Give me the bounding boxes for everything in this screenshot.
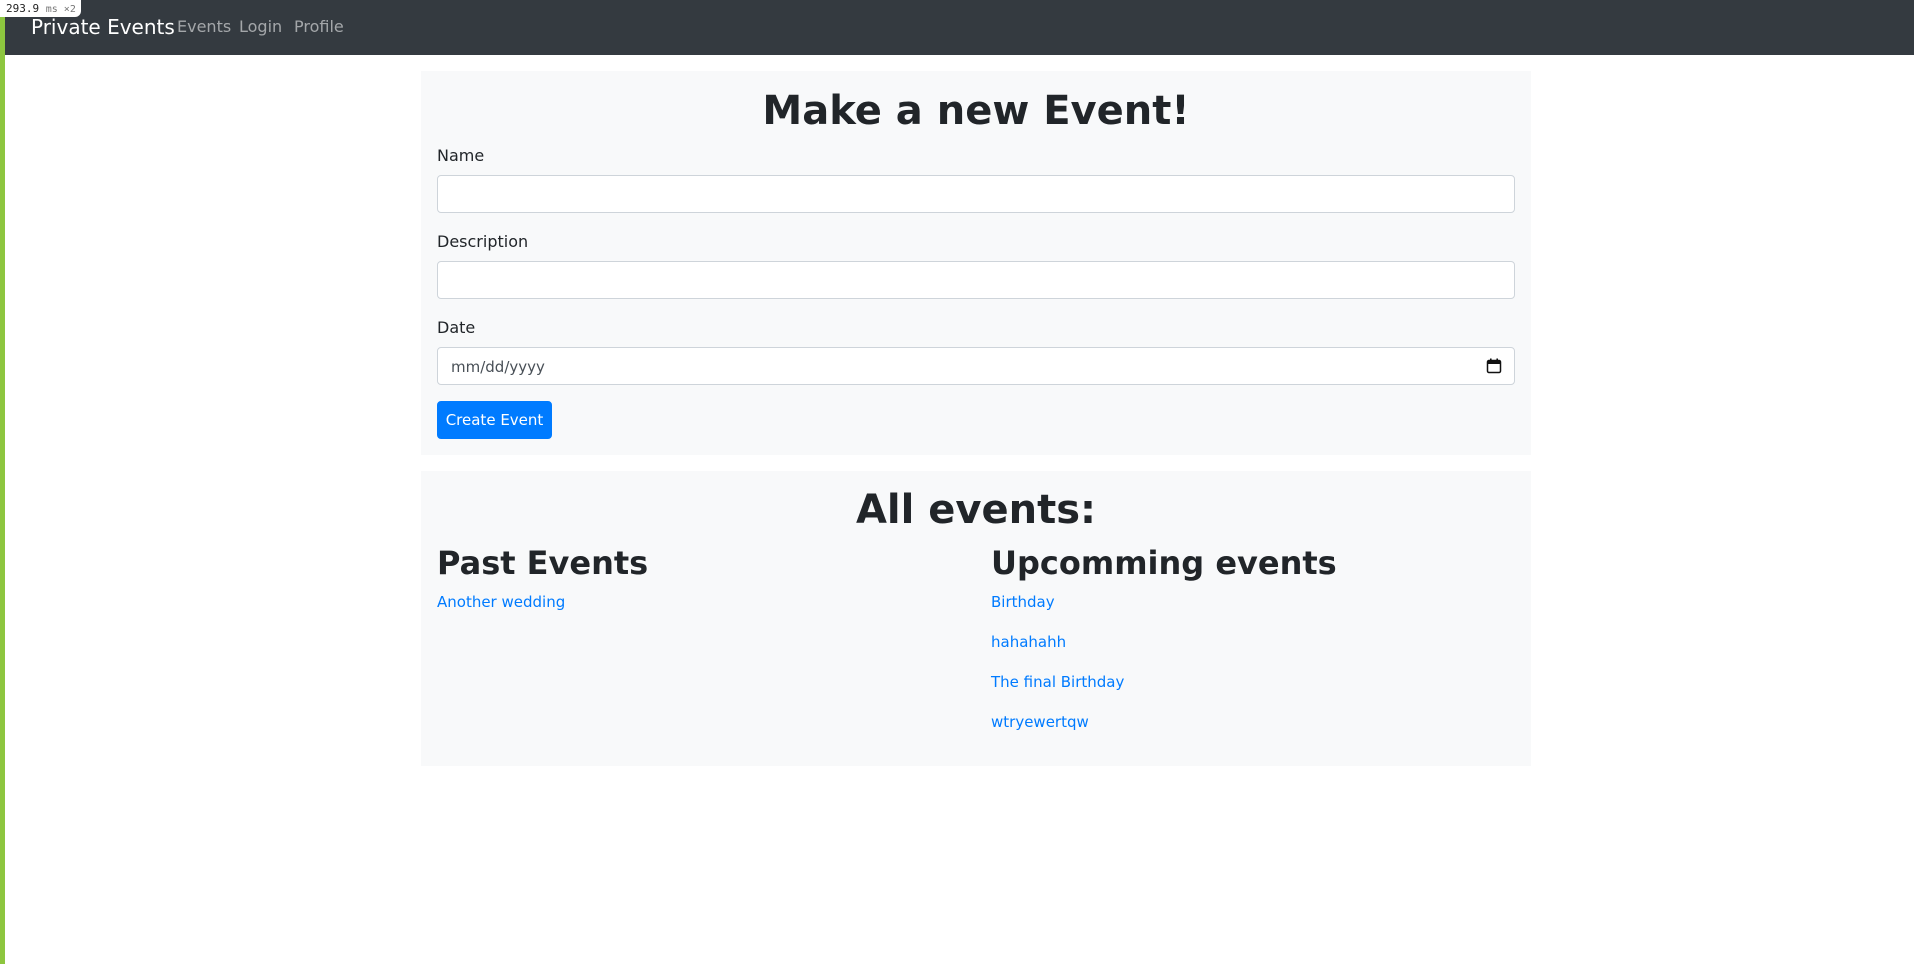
nav-link-events[interactable]: Events xyxy=(177,17,231,37)
upcoming-event-link[interactable]: Birthday xyxy=(991,592,1055,612)
upcoming-events-heading: Upcomming events xyxy=(991,544,1337,582)
new-event-form-card: Make a new Event! Name Description Date … xyxy=(421,71,1531,455)
all-events-title: All events: xyxy=(855,487,1097,533)
upcoming-event-link[interactable]: wtryewertqw xyxy=(991,712,1089,732)
brand-link[interactable]: Private Events xyxy=(31,14,175,40)
date-input[interactable]: mm/dd/yyyy xyxy=(437,347,1515,385)
name-input[interactable] xyxy=(437,175,1515,213)
perf-value: 293.9 xyxy=(6,2,40,15)
all-events-card: All events: Past Events Another wedding … xyxy=(421,471,1531,766)
perf-unit: ms ×2 xyxy=(45,4,76,15)
date-label: Date xyxy=(437,318,476,337)
past-event-link[interactable]: Another wedding xyxy=(437,592,565,612)
window-accent-strip xyxy=(0,0,5,964)
name-label: Name xyxy=(437,146,485,165)
nav-link-login[interactable]: Login xyxy=(239,17,282,37)
upcoming-event-link[interactable]: The final Birthday xyxy=(991,672,1124,692)
description-label: Description xyxy=(437,232,529,251)
form-title: Make a new Event! xyxy=(762,88,1190,134)
nav-link-profile[interactable]: Profile xyxy=(294,17,344,37)
performance-badge: 293.9 ms ×2 xyxy=(0,0,81,17)
description-input[interactable] xyxy=(437,261,1515,299)
create-event-button[interactable]: Create Event xyxy=(437,401,552,439)
calendar-icon[interactable] xyxy=(1486,358,1502,374)
upcoming-event-link[interactable]: hahahahh xyxy=(991,632,1066,652)
past-events-heading: Past Events xyxy=(437,544,649,582)
top-navbar: Private Events Events Login Profile xyxy=(5,0,1914,55)
date-placeholder: mm/dd/yyyy xyxy=(451,358,545,376)
